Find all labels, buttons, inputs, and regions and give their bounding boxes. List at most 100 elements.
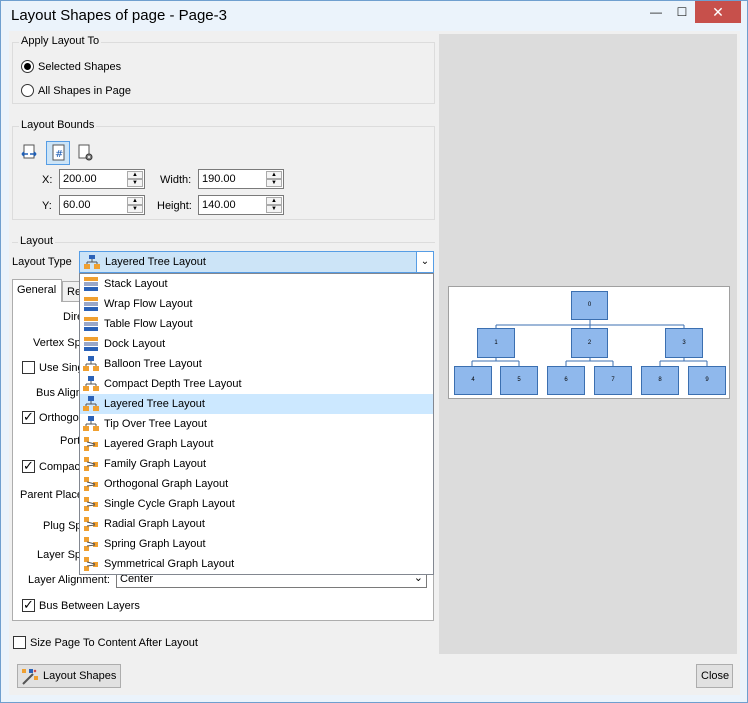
bus-between-layers-checkbox[interactable] (22, 597, 35, 613)
x-down-icon[interactable]: ▼ (127, 179, 143, 187)
dropdown-item-layered-graph-layout[interactable]: Layered Graph Layout (80, 434, 433, 454)
graph-layout-icon (83, 556, 99, 575)
dropdown-item-tip-over-tree-layout[interactable]: Tip Over Tree Layout (80, 414, 433, 434)
x-stepper[interactable]: 200.00 ▲ ▼ (59, 169, 145, 189)
preview-node: 6 (547, 366, 585, 395)
layout-type-value: Layered Tree Layout (105, 256, 206, 268)
height-value[interactable]: 140.00 (202, 199, 236, 211)
preview-node: 2 (571, 328, 608, 358)
y-up-icon[interactable]: ▲ (127, 197, 143, 205)
layout-shapes-label: Layout Shapes (43, 670, 117, 682)
y-down-icon[interactable]: ▼ (127, 205, 143, 213)
dock-layout-icon (83, 336, 99, 355)
grid-bounds-icon[interactable]: # (46, 141, 70, 165)
close-window-button[interactable]: ✕ (695, 1, 741, 23)
layer-alignment-label: Layer Alignment: (28, 574, 110, 586)
page-settings-icon[interactable] (76, 143, 96, 163)
layout-shapes-button[interactable]: Layout Shapes (17, 664, 121, 688)
x-value[interactable]: 200.00 (63, 173, 97, 185)
dropdown-item-balloon-tree-layout[interactable]: Balloon Tree Layout (80, 354, 433, 374)
height-up-icon[interactable]: ▲ (266, 197, 282, 205)
x-label: X: (42, 174, 53, 186)
close-button[interactable]: Close (696, 664, 733, 688)
width-down-icon[interactable]: ▼ (266, 179, 282, 187)
layout-group-label: Layout (18, 235, 56, 247)
all-shapes-label[interactable]: All Shapes in Page (38, 85, 131, 97)
layout-bounds-group: Layout Bounds # X: 200.00 ▲ ▼ Width: 190… (12, 119, 435, 220)
dropdown-item-table-flow-layout[interactable]: Table Flow Layout (80, 314, 433, 334)
port-label: Port (60, 435, 81, 447)
dropdown-item-radial-graph-layout[interactable]: Radial Graph Layout (80, 514, 433, 534)
preview-node: 4 (454, 366, 492, 395)
use-single-checkbox[interactable] (22, 361, 35, 374)
height-stepper[interactable]: 140.00 ▲ ▼ (198, 195, 284, 215)
layout-type-select[interactable]: Layered Tree Layout ⌄ (79, 251, 434, 273)
dropdown-item-label: Family Graph Layout (104, 458, 207, 470)
title-bar[interactable]: Layout Shapes of page - Page-3 — ☐ ✕ (1, 1, 747, 31)
layout-type-dropdown[interactable]: Stack Layout Wrap Flow Layout Table Flow… (79, 273, 434, 575)
size-page-checkbox[interactable] (13, 636, 26, 649)
dropdown-item-spring-graph-layout[interactable]: Spring Graph Layout (80, 534, 433, 554)
compact-label[interactable]: Compac (39, 461, 80, 473)
preview-node: 9 (688, 366, 726, 395)
x-up-icon[interactable]: ▲ (127, 171, 143, 179)
dropdown-item-compact-depth-tree-layout[interactable]: Compact Depth Tree Layout (80, 374, 433, 394)
preview-node: 5 (500, 366, 538, 395)
orthogonal-label[interactable]: Orthogo (39, 412, 79, 424)
dropdown-item-orthogonal-graph-layout[interactable]: Orthogonal Graph Layout (80, 474, 433, 494)
dropdown-item-label: Wrap Flow Layout (104, 298, 193, 310)
tree-layout-icon (83, 376, 99, 395)
dropdown-item-wrap-flow-layout[interactable]: Wrap Flow Layout (80, 294, 433, 314)
tab-general[interactable]: General (12, 279, 62, 302)
dropdown-item-symmetrical-graph-layout[interactable]: Symmetrical Graph Layout (80, 554, 433, 574)
preview-node: 7 (594, 366, 632, 395)
dropdown-item-label: Spring Graph Layout (104, 538, 206, 550)
use-single-label[interactable]: Use Sing (39, 362, 84, 374)
selected-shapes-radio[interactable] (21, 60, 34, 73)
orthogonal-checkbox[interactable] (22, 409, 35, 425)
dropdown-item-label: Compact Depth Tree Layout (104, 378, 242, 390)
selected-shapes-label[interactable]: Selected Shapes (38, 61, 121, 73)
dropdown-item-label: Dock Layout (104, 338, 166, 350)
close-button-label: Close (701, 670, 730, 682)
y-stepper[interactable]: 60.00 ▲ ▼ (59, 195, 145, 215)
dropdown-item-single-cycle-graph-layout[interactable]: Single Cycle Graph Layout (80, 494, 433, 514)
maximize-button[interactable]: ☐ (667, 1, 697, 23)
compact-checkbox[interactable] (22, 458, 35, 474)
preview-node: 3 (665, 328, 703, 358)
dropdown-item-family-graph-layout[interactable]: Family Graph Layout (80, 454, 433, 474)
parent-place-label: Parent Place (20, 489, 83, 501)
height-label: Height: (157, 200, 192, 212)
preview-canvas: 0 1 2 3 4 5 6 7 8 9 (448, 286, 730, 399)
dropdown-item-label: Orthogonal Graph Layout (104, 478, 229, 490)
y-value[interactable]: 60.00 (63, 199, 91, 211)
layout-group: Layout (12, 235, 435, 247)
width-up-icon[interactable]: ▲ (266, 171, 282, 179)
dropdown-item-label: Layered Graph Layout (104, 438, 214, 450)
bus-align-label: Bus Align (36, 387, 82, 399)
width-stepper[interactable]: 190.00 ▲ ▼ (198, 169, 284, 189)
vertex-spacing-label: Vertex Sp (33, 337, 81, 349)
dropdown-item-label: Radial Graph Layout (104, 518, 205, 530)
layout-type-label: Layout Type (12, 256, 72, 268)
dropdown-item-layered-tree-layout[interactable]: Layered Tree Layout (80, 394, 433, 414)
height-down-icon[interactable]: ▼ (266, 205, 282, 213)
dropdown-item-label: Balloon Tree Layout (104, 358, 202, 370)
all-shapes-radio[interactable] (21, 84, 34, 97)
magic-wand-icon (21, 668, 39, 689)
size-page-label[interactable]: Size Page To Content After Layout (30, 637, 198, 649)
layer-spacing-label: Layer Sp (37, 549, 82, 561)
graph-layout-icon (83, 476, 99, 495)
svg-text:#: # (55, 149, 63, 160)
dropdown-item-stack-layout[interactable]: Stack Layout (80, 274, 433, 294)
dropdown-item-label: Symmetrical Graph Layout (104, 558, 235, 570)
dropdown-item-label: Tip Over Tree Layout (104, 418, 207, 430)
stack-layout-icon (83, 276, 99, 295)
tree-layout-icon (83, 356, 99, 375)
chevron-down-icon[interactable]: ⌄ (416, 252, 433, 272)
dropdown-item-dock-layout[interactable]: Dock Layout (80, 334, 433, 354)
bus-between-layers-label[interactable]: Bus Between Layers (39, 600, 140, 612)
y-label: Y: (42, 200, 52, 212)
width-value[interactable]: 190.00 (202, 173, 236, 185)
fit-bounds-icon[interactable] (20, 143, 40, 163)
